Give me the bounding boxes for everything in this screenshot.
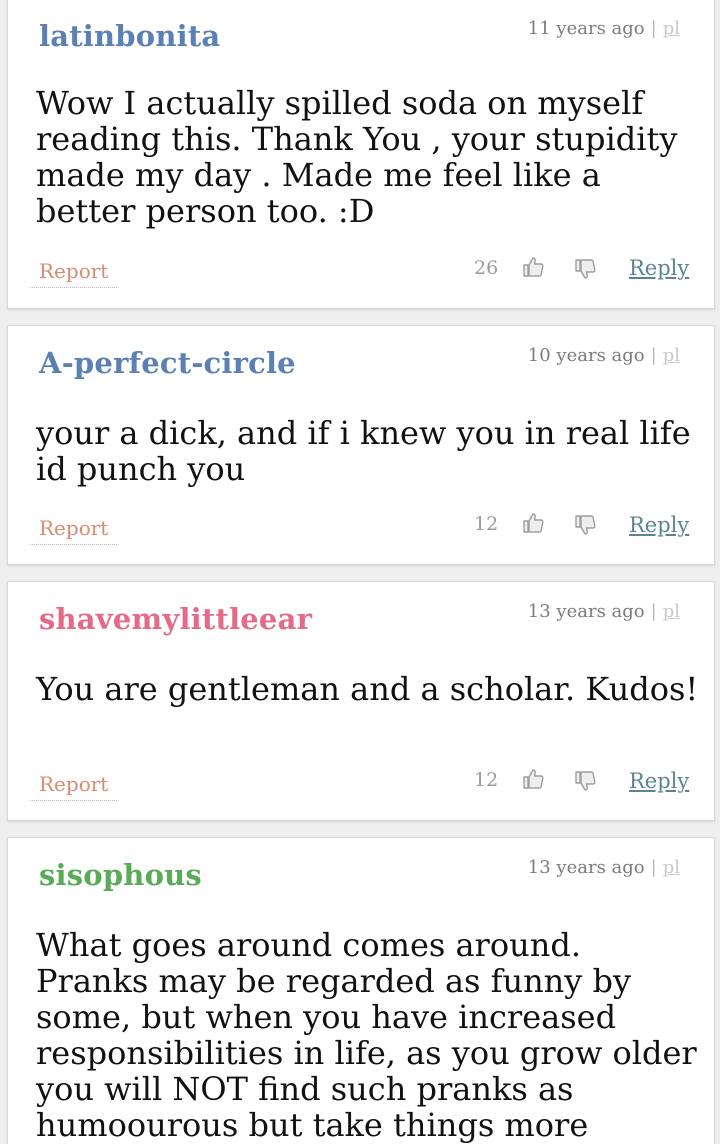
comment-username[interactable]: A-perfect-circle (39, 346, 296, 380)
comment-timestamp: 10 years ago (527, 345, 645, 366)
vote-score: 26 (474, 257, 499, 279)
meta-separator: | (650, 18, 657, 39)
permalink-link[interactable]: pl (663, 601, 680, 622)
comment-card: sisophous 13 years ago | pl What goes arou… (7, 837, 715, 1144)
thumbs-down-icon[interactable] (573, 257, 597, 281)
thumbs-up-icon[interactable] (521, 767, 545, 791)
thumbs-up-icon[interactable] (521, 511, 545, 535)
vote-score: 12 (474, 769, 499, 791)
comment-body: What goes around comes around. Pranks ma… (36, 926, 697, 1144)
comment-body: You are gentleman and a scholar. Kudos! (36, 670, 699, 708)
comment-meta: 13 years ago | pl (528, 601, 680, 622)
vote-score: 12 (474, 513, 499, 535)
permalink-link[interactable]: pl (663, 18, 680, 39)
report-link[interactable]: Report (30, 516, 118, 545)
comment-username[interactable]: sisophous (39, 858, 202, 892)
thumbs-down-icon[interactable] (573, 513, 597, 537)
comment-body: your a dick, and if i knew you in real l… (36, 414, 691, 488)
comment-body: Wow I actually spilled soda on myself re… (36, 84, 678, 230)
comment-meta: 10 years ago | pl (528, 345, 680, 366)
permalink-link[interactable]: pl (663, 857, 680, 878)
comment-card: latinbonita 11 years ago | pl Wow I actual… (7, 0, 715, 309)
comment-timestamp: 13 years ago (527, 601, 645, 622)
meta-separator: | (650, 601, 657, 622)
comment-timestamp: 11 years ago (527, 18, 645, 39)
reply-link[interactable]: Reply (629, 769, 689, 793)
comment-meta: 13 years ago | pl (528, 857, 680, 878)
reply-link[interactable]: Reply (629, 256, 689, 280)
meta-separator: | (650, 857, 657, 878)
report-link[interactable]: Report (30, 772, 118, 801)
comment-username[interactable]: shavemylittleear (39, 602, 312, 636)
meta-separator: | (650, 345, 657, 366)
comment-card: shavemylittleear 13 years ago | pl You are… (7, 581, 715, 821)
reply-link[interactable]: Reply (629, 513, 689, 537)
thumbs-up-icon[interactable] (521, 255, 545, 279)
comment-card: A-perfect-circle 10 years ago | pl your a … (7, 325, 715, 565)
thumbs-down-icon[interactable] (573, 769, 597, 793)
permalink-link[interactable]: pl (663, 345, 680, 366)
comment-timestamp: 13 years ago (527, 857, 645, 878)
comment-username[interactable]: latinbonita (39, 19, 220, 53)
comment-meta: 11 years ago | pl (528, 18, 680, 39)
report-link[interactable]: Report (30, 259, 118, 288)
